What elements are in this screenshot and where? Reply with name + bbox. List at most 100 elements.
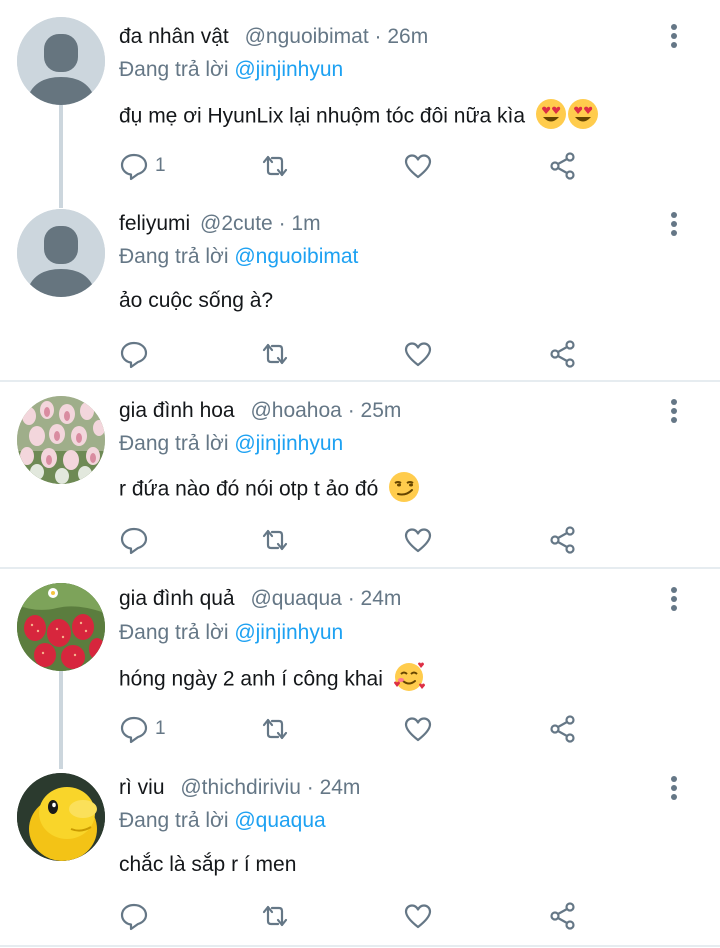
timestamp[interactable]: 24m [361, 587, 402, 610]
timestamp[interactable]: 26m [387, 25, 428, 48]
reply-button[interactable]: 1 [119, 713, 166, 745]
like-button[interactable] [403, 524, 433, 556]
reply-mention[interactable]: @jinjinhyun [234, 621, 343, 644]
heart-icon [404, 528, 432, 553]
share-button[interactable] [548, 713, 578, 745]
share-icon [550, 715, 575, 743]
avatar[interactable] [17, 396, 105, 484]
retweet-icon [262, 905, 288, 927]
reply-mention[interactable]: @jinjinhyun [234, 432, 343, 455]
like-button[interactable] [403, 900, 433, 932]
avatar[interactable] [17, 773, 105, 861]
tweet-text: hóng ngày 2 anh í công khai [119, 667, 383, 691]
user-handle[interactable]: @nguoibimat [245, 25, 369, 48]
retweet-button[interactable] [260, 150, 290, 182]
separator-dot: · [306, 776, 314, 799]
tweet-text: r đứa nào đó nói otp t ảo đó [119, 477, 379, 501]
retweet-icon [262, 155, 288, 177]
more-options-icon[interactable] [664, 398, 684, 426]
heart-icon [404, 717, 432, 742]
heart-icon [404, 904, 432, 929]
share-button[interactable] [548, 338, 578, 370]
heart-eyes-emoji-icon [567, 98, 599, 136]
retweet-button[interactable] [260, 524, 290, 556]
reply-button[interactable] [119, 524, 155, 556]
heart-icon [404, 154, 432, 179]
default-avatar-icon [17, 209, 105, 297]
tweet[interactable]: gia đình quả @quaqua · 24m Đang trả lời … [0, 569, 720, 769]
retweet-button[interactable] [260, 713, 290, 745]
reply-count: 1 [155, 155, 166, 176]
heart-eyes-emoji-icon [535, 98, 567, 136]
reply-icon [120, 153, 148, 181]
timestamp[interactable]: 1m [291, 212, 320, 235]
timestamp[interactable]: 24m [320, 776, 361, 799]
reply-icon [120, 716, 148, 744]
like-button[interactable] [403, 338, 433, 370]
user-handle[interactable]: @thichdiriviu [180, 776, 301, 799]
reply-mention[interactable]: @jinjinhyun [234, 58, 343, 81]
retweet-icon [262, 529, 288, 551]
more-options-icon[interactable] [664, 211, 684, 239]
smirk-emoji-icon [388, 471, 420, 509]
more-options-icon[interactable] [664, 23, 684, 51]
share-icon [550, 340, 575, 368]
display-name[interactable]: gia đình quả [119, 587, 235, 610]
reply-button[interactable] [119, 338, 155, 370]
reply-mention[interactable]: @nguoibimat [234, 245, 358, 268]
like-button[interactable] [403, 713, 433, 745]
user-handle[interactable]: @2cute [200, 212, 273, 235]
tweet-divider [0, 945, 720, 947]
avatar[interactable] [17, 583, 105, 671]
tweet[interactable]: feliyumi @2cute · 1m Đang trả lời @nguoi… [0, 190, 720, 380]
default-avatar-icon [17, 17, 105, 105]
like-button[interactable] [403, 150, 433, 182]
separator-dot: · [347, 587, 355, 610]
reply-prefix: Đang trả lời [119, 58, 229, 81]
tweet-text: đụ mẹ ơi HyunLix lại nhuộm tóc đôi nữa k… [119, 104, 526, 128]
heart-icon [404, 342, 432, 367]
display-name[interactable]: đa nhân vật [119, 25, 229, 48]
tweet[interactable]: gia đình hoa @hoahoa · 25m Đang trả lời … [0, 382, 720, 567]
reply-icon [120, 341, 148, 369]
thread-line [59, 669, 63, 769]
reply-icon [120, 527, 148, 555]
tweet-text: ảo cuộc sống à? [119, 289, 274, 312]
display-name[interactable]: gia đình hoa [119, 399, 235, 422]
tweet[interactable]: đa nhân vật @nguoibimat · 26m Đang trả l… [0, 0, 720, 208]
share-icon [550, 152, 575, 180]
more-options-icon[interactable] [664, 586, 684, 614]
yellow-creature-icon [17, 773, 105, 861]
separator-dot: · [347, 399, 355, 422]
user-handle[interactable]: @quaqua [250, 587, 341, 610]
smiling-hearts-emoji-icon [393, 661, 425, 699]
strawberry-photo-icon [17, 583, 105, 671]
avatar[interactable] [17, 209, 105, 297]
retweet-button[interactable] [260, 338, 290, 370]
tweet[interactable]: rì viu @thichdiriviu · 24m Đang trả lời … [0, 759, 720, 946]
reply-mention[interactable]: @quaqua [234, 809, 325, 832]
reply-prefix: Đang trả lời [119, 621, 229, 644]
share-button[interactable] [548, 524, 578, 556]
share-icon [550, 526, 575, 554]
reply-prefix: Đang trả lời [119, 809, 229, 832]
display-name[interactable]: feliyumi [119, 212, 190, 235]
share-button[interactable] [548, 150, 578, 182]
reply-button[interactable] [119, 900, 155, 932]
avatar[interactable] [17, 17, 105, 105]
tulip-photo-icon [17, 396, 105, 484]
share-button[interactable] [548, 900, 578, 932]
more-options-icon[interactable] [664, 775, 684, 803]
retweet-icon [262, 718, 288, 740]
reply-count: 1 [155, 718, 166, 739]
reply-button[interactable]: 1 [119, 150, 166, 182]
display-name[interactable]: rì viu [119, 776, 165, 799]
reply-prefix: Đang trả lời [119, 245, 229, 268]
retweet-icon [262, 343, 288, 365]
reply-icon [120, 903, 148, 931]
reply-prefix: Đang trả lời [119, 432, 229, 455]
user-handle[interactable]: @hoahoa [250, 399, 341, 422]
timestamp[interactable]: 25m [361, 399, 402, 422]
retweet-button[interactable] [260, 900, 290, 932]
separator-dot: · [374, 25, 382, 48]
